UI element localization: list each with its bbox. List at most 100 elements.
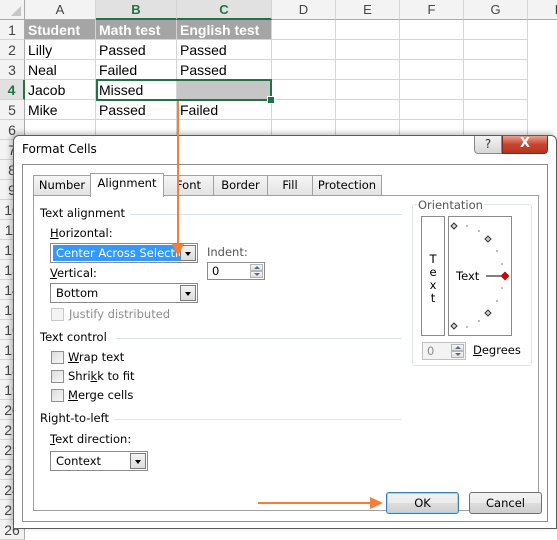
- orientation-dial[interactable]: Text: [448, 216, 512, 336]
- cell-c3[interactable]: Passed: [177, 60, 272, 80]
- column-header-h[interactable]: H: [528, 0, 557, 20]
- cell-b5[interactable]: Passed: [96, 100, 177, 120]
- column-header-f[interactable]: F: [400, 0, 464, 20]
- horizontal-label-rest: orizontal:: [58, 226, 113, 240]
- row-header-1[interactable]: 1: [0, 20, 25, 40]
- cell-e2[interactable]: [336, 40, 400, 60]
- cancel-button[interactable]: Cancel: [469, 492, 542, 514]
- vertical-text: Text: [422, 253, 444, 305]
- cell-e3[interactable]: [336, 60, 400, 80]
- cell-a1[interactable]: Student: [25, 20, 96, 40]
- dial-text: Text: [455, 269, 480, 283]
- row-header-3[interactable]: 3: [0, 60, 25, 80]
- close-icon: X: [519, 136, 531, 151]
- cell-f2[interactable]: [400, 40, 464, 60]
- cell-e4[interactable]: [336, 80, 400, 100]
- tab-number[interactable]: Number: [33, 175, 91, 195]
- tab-font[interactable]: Font: [163, 175, 214, 195]
- cell-d1[interactable]: [272, 20, 336, 40]
- text-direction-select[interactable]: Context: [50, 451, 148, 471]
- tab-protection[interactable]: Protection: [312, 175, 382, 195]
- shrink-to-fit-checkbox[interactable]: [51, 370, 64, 383]
- cell-c2[interactable]: Passed: [177, 40, 272, 60]
- horizontal-select[interactable]: Center Across Selection: [50, 243, 198, 263]
- alignment-tab-panel: Text alignment Horizontal: Center Across…: [33, 195, 539, 511]
- indent-value: 0: [212, 264, 220, 278]
- cell-e1[interactable]: [336, 20, 400, 40]
- text-direction-label-rest: ext direction:: [55, 432, 132, 446]
- vertical-select[interactable]: Bottom: [50, 283, 198, 303]
- tab-border[interactable]: Border: [213, 175, 268, 195]
- column-header-c[interactable]: C: [177, 0, 272, 20]
- cell-g1[interactable]: [464, 20, 528, 40]
- indent-spinner[interactable]: 0: [207, 262, 265, 280]
- wrap-text-checkbox[interactable]: [51, 351, 64, 364]
- cell-b2[interactable]: Passed: [96, 40, 177, 60]
- cell-f3[interactable]: [400, 60, 464, 80]
- cell-d3[interactable]: [272, 60, 336, 80]
- dialog-body: Number Alignment Font Border Fill Protec…: [22, 164, 548, 522]
- chevron-down-icon[interactable]: [130, 453, 146, 469]
- tab-fill[interactable]: Fill: [267, 175, 313, 195]
- select-all-corner[interactable]: [0, 0, 25, 20]
- cell-a5[interactable]: Mike: [25, 100, 96, 120]
- right-to-left-group-label: Right-to-left: [40, 411, 109, 425]
- spin-down-icon[interactable]: [451, 351, 464, 358]
- close-button[interactable]: X: [502, 136, 548, 154]
- row-header-5[interactable]: 5: [0, 100, 25, 120]
- merge-cells-label-rest: erge cells: [77, 388, 134, 402]
- spin-up-icon[interactable]: [250, 264, 263, 271]
- row-header-2[interactable]: 2: [0, 40, 25, 60]
- vertical-text-letter: t: [430, 291, 436, 305]
- text-direction-label: Text direction:: [50, 432, 132, 446]
- cell-d4[interactable]: [272, 80, 336, 100]
- cell-g2[interactable]: [464, 40, 528, 60]
- column-header-e[interactable]: E: [336, 0, 400, 20]
- chevron-down-icon[interactable]: [180, 285, 196, 301]
- cell-f5[interactable]: [400, 100, 464, 120]
- cell-g5[interactable]: [464, 100, 528, 120]
- shrink-label-b: k to fit: [97, 369, 135, 383]
- divider: [116, 338, 402, 339]
- merge-cells-checkbox[interactable]: [51, 389, 64, 402]
- format-cells-dialog: Format Cells ? X Number Alignment Font B…: [13, 135, 557, 529]
- text-direction-select-value: Context: [56, 454, 102, 468]
- cell-a3[interactable]: Neal: [25, 60, 96, 80]
- cell-a2[interactable]: Lilly: [25, 40, 96, 60]
- horizontal-label: Horizontal:: [50, 226, 113, 240]
- vertical-text-button[interactable]: Text: [421, 216, 445, 336]
- cell-g4[interactable]: [464, 80, 528, 100]
- ok-button[interactable]: OK: [386, 492, 459, 514]
- cell-d5[interactable]: [272, 100, 336, 120]
- degrees-spinner[interactable]: 0: [422, 342, 466, 360]
- cell-a4[interactable]: Jacob: [25, 80, 96, 100]
- text-control-group-label: Text control: [40, 330, 107, 344]
- cell-f4[interactable]: [400, 80, 464, 100]
- column-header-d[interactable]: D: [272, 0, 336, 20]
- help-button[interactable]: ?: [474, 136, 502, 154]
- degrees-label-rest: egrees: [481, 343, 521, 357]
- shrink-to-fit-label: Shrikk to fit: [68, 369, 135, 383]
- cell-e5[interactable]: [336, 100, 400, 120]
- shrink-label-a: Shri: [68, 369, 91, 383]
- cell-b3[interactable]: Failed: [96, 60, 177, 80]
- cell-b1[interactable]: Math test: [96, 20, 177, 40]
- column-header-g[interactable]: G: [464, 0, 528, 20]
- cell-f1[interactable]: [400, 20, 464, 40]
- spin-up-icon[interactable]: [451, 344, 464, 351]
- cell-g3[interactable]: [464, 60, 528, 80]
- cell-c5[interactable]: Failed: [177, 100, 272, 120]
- indent-label: Indent:: [207, 245, 248, 259]
- spin-down-icon[interactable]: [250, 271, 263, 278]
- cell-d2[interactable]: [272, 40, 336, 60]
- column-header-b[interactable]: B: [96, 0, 177, 20]
- column-header-a[interactable]: A: [25, 0, 96, 20]
- row-header-4[interactable]: 4: [0, 80, 25, 100]
- tab-alignment[interactable]: Alignment: [90, 173, 164, 197]
- cell-c1[interactable]: English test: [177, 20, 272, 40]
- justify-distributed-checkbox[interactable]: [51, 308, 64, 321]
- chevron-down-icon[interactable]: [180, 245, 196, 261]
- cell-c4[interactable]: [177, 80, 272, 100]
- wrap-text-label: Wrap text: [68, 350, 125, 364]
- cell-b4[interactable]: Missed: [96, 80, 177, 100]
